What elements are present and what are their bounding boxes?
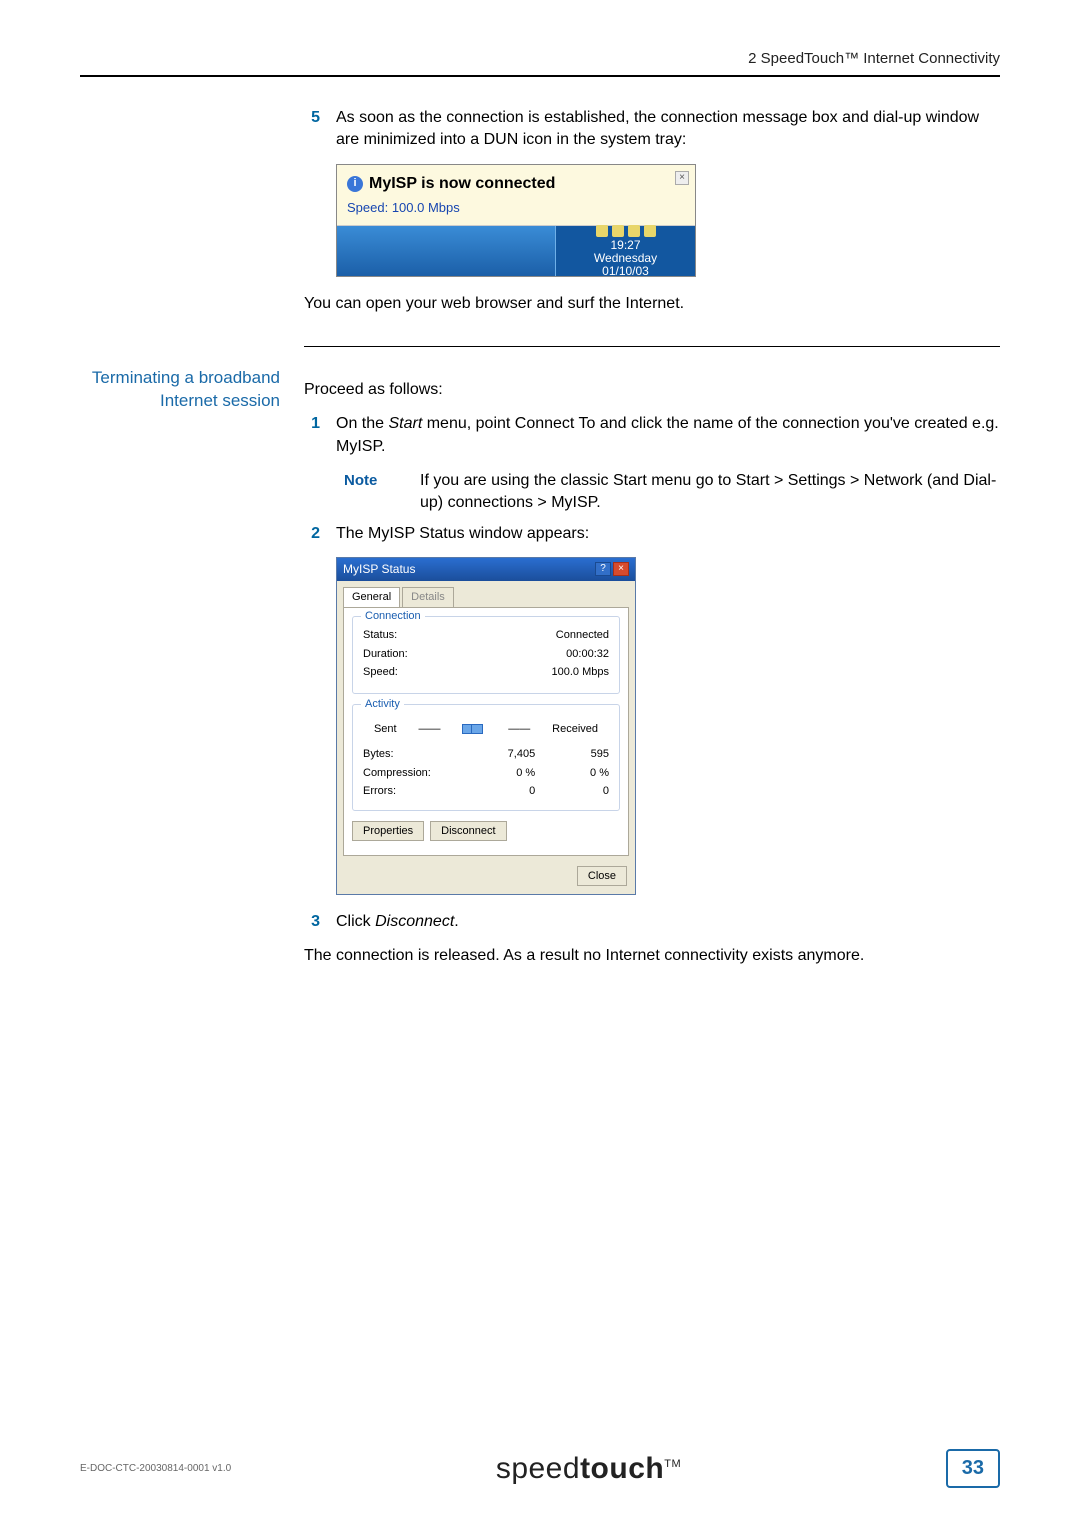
system-tray: 19:27 Wednesday 01/10/03 <box>555 226 695 276</box>
window-title: MyISP Status <box>343 561 415 578</box>
balloon-speed-text: Speed: 100.0 Mbps <box>347 199 685 217</box>
status-window: MyISP Status ? × General Details Connect… <box>336 557 636 895</box>
final-text: The connection is released. As a result … <box>304 945 1000 967</box>
tray-icons <box>596 225 656 237</box>
brand-logo: speedtouchTM <box>496 1452 681 1486</box>
err-key: Errors: <box>363 784 461 799</box>
left-margin-empty <box>80 107 280 367</box>
comp-key: Compression: <box>363 766 461 781</box>
close-icon[interactable]: × <box>675 171 689 185</box>
comp-sent: 0 % <box>461 766 535 781</box>
speed-key: Speed: <box>363 665 398 680</box>
help-button[interactable]: ? <box>595 562 611 576</box>
connection-group-title: Connection <box>361 609 425 624</box>
status-val: Connected <box>556 628 609 643</box>
step-3-text: Click Disconnect. <box>336 911 1000 933</box>
step-2-text: The MyISP Status window appears: <box>336 523 1000 545</box>
dash-left: —— <box>418 722 440 737</box>
window-titlebar: MyISP Status ? × <box>337 558 635 581</box>
note-text: If you are using the classic Start menu … <box>420 470 1000 515</box>
disconnect-italic: Disconnect <box>375 913 454 930</box>
step-number-5: 5 <box>304 107 320 152</box>
comp-recv: 0 % <box>535 766 609 781</box>
info-icon: i <box>347 176 363 192</box>
section-divider <box>304 346 1000 347</box>
tab-details[interactable]: Details <box>402 587 454 607</box>
tray-day: Wednesday <box>594 252 657 265</box>
step-number-1: 1 <box>304 413 320 458</box>
network-icon <box>462 719 486 739</box>
sidebar-heading: Terminating a broadband Internet session <box>80 367 280 980</box>
bytes-recv: 595 <box>535 747 609 762</box>
step-5-text: As soon as the connection is established… <box>336 107 1000 152</box>
activity-sent-label: Sent <box>374 722 397 737</box>
step-number-3: 3 <box>304 911 320 933</box>
brand-tm: TM <box>664 1458 681 1470</box>
disconnect-button[interactable]: Disconnect <box>430 821 506 841</box>
brand-part-1: speed <box>496 1452 580 1485</box>
balloon-title-text: MyISP is now connected <box>369 173 555 195</box>
status-key: Status: <box>363 628 397 643</box>
activity-group: Activity Sent —— —— Received Bytes:7,405… <box>352 704 620 810</box>
properties-button[interactable]: Properties <box>352 821 424 841</box>
taskbar: 19:27 Wednesday 01/10/03 <box>337 226 695 276</box>
bytes-sent: 7,405 <box>461 747 535 762</box>
page-number: 33 <box>946 1449 1000 1488</box>
dash-right: —— <box>508 722 530 737</box>
bytes-key: Bytes: <box>363 747 461 762</box>
speed-val: 100.0 Mbps <box>552 665 609 680</box>
duration-val: 00:00:32 <box>566 647 609 662</box>
start-menu-italic: Start <box>388 415 422 432</box>
brand-part-2: touch <box>580 1452 664 1485</box>
activity-group-title: Activity <box>361 697 404 712</box>
system-tray-screenshot: i MyISP is now connected × Speed: 100.0 … <box>336 164 696 278</box>
tray-clock: 19:27 Wednesday 01/10/03 <box>594 239 657 279</box>
after-tray-text: You can open your web browser and surf t… <box>304 293 1000 315</box>
err-sent: 0 <box>461 784 535 799</box>
step-1-text: On the Start menu, point Connect To and … <box>336 413 1000 458</box>
window-close-button[interactable]: × <box>613 562 629 576</box>
activity-recv-label: Received <box>552 722 598 737</box>
connection-group: Connection Status:Connected Duration:00:… <box>352 616 620 694</box>
tab-general[interactable]: General <box>343 587 400 607</box>
note-label: Note <box>344 470 404 515</box>
tray-time: 19:27 <box>594 239 657 252</box>
tray-date: 01/10/03 <box>594 265 657 278</box>
notification-balloon: i MyISP is now connected × Speed: 100.0 … <box>337 165 695 227</box>
header-rule <box>80 75 1000 77</box>
doc-id: E-DOC-CTC-20030814-0001 v1.0 <box>80 1463 231 1474</box>
close-button[interactable]: Close <box>577 866 627 886</box>
err-recv: 0 <box>535 784 609 799</box>
step-number-2: 2 <box>304 523 320 545</box>
duration-key: Duration: <box>363 647 408 662</box>
proceed-intro: Proceed as follows: <box>304 379 1000 401</box>
page-header: 2 SpeedTouch™ Internet Connectivity <box>80 50 1000 75</box>
